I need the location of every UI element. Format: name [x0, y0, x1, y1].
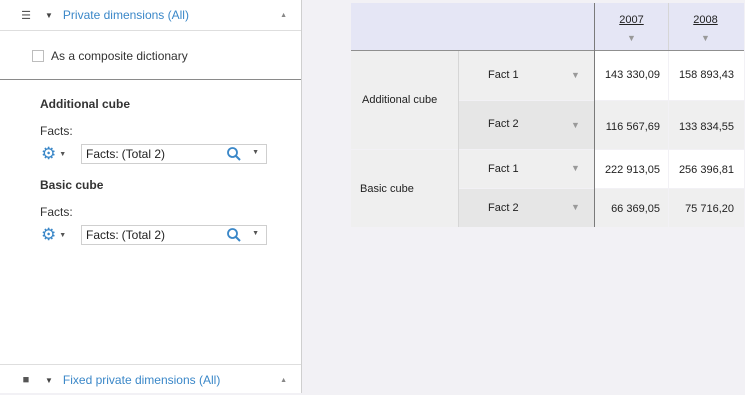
- additional-cube-settings-button[interactable]: ⚙ ▼: [41, 145, 69, 163]
- composite-dictionary-option[interactable]: As a composite dictionary: [32, 49, 188, 63]
- chevron-down-icon[interactable]: ▼: [252, 230, 259, 237]
- divider: [0, 79, 301, 80]
- collapse-up-icon[interactable]: ▲: [280, 377, 287, 384]
- grid-line: [668, 3, 669, 50]
- filter-icon[interactable]: ▼: [571, 202, 580, 212]
- composite-dictionary-label: As a composite dictionary: [51, 49, 188, 63]
- gear-icon: ⚙: [41, 225, 57, 244]
- table-cell[interactable]: 116 567,69: [595, 101, 668, 149]
- fact-label: Fact 1: [488, 69, 519, 81]
- combo-value: (Total 2): [121, 228, 166, 242]
- fact-row-header: Fact 1 ▼: [459, 51, 594, 100]
- table-cell[interactable]: 133 834,55: [669, 101, 744, 149]
- caret-down-icon[interactable]: ▼: [45, 11, 53, 20]
- filter-icon[interactable]: ▼: [571, 120, 580, 130]
- gear-icon: ⚙: [41, 144, 57, 163]
- additional-cube-facts-combo[interactable]: Facts: (Total 2) ▼: [81, 144, 267, 164]
- table-header: 2007 ▼ 2008 ▼: [351, 3, 744, 51]
- row-header-basic-cube: Basic cube: [351, 150, 458, 227]
- fixed-private-dimensions-title[interactable]: Fixed private dimensions (All): [63, 373, 220, 387]
- fixed-private-dimensions-header[interactable]: ■ ▼ Fixed private dimensions (All) ▲: [0, 364, 301, 395]
- combo-prefix: Facts:: [86, 228, 119, 242]
- fact-row-header: Fact 2 ▼: [459, 189, 594, 227]
- combo-value: (Total 2): [121, 147, 166, 161]
- filter-icon[interactable]: ▼: [571, 163, 580, 173]
- collapse-up-icon[interactable]: ▲: [280, 12, 287, 19]
- fact-label: Fact 2: [488, 202, 519, 214]
- table-cell[interactable]: 222 913,05: [595, 150, 668, 188]
- row-header-label: Basic cube: [360, 182, 414, 195]
- caret-down-icon: ▼: [59, 150, 67, 158]
- search-icon[interactable]: [226, 146, 242, 162]
- caret-down-icon[interactable]: ▼: [45, 376, 53, 385]
- filter-icon[interactable]: ▼: [669, 33, 742, 43]
- data-table: 2007 ▼ 2008 ▼ Additional cube Basic cube…: [351, 3, 744, 227]
- basic-cube-facts-label: Facts:: [40, 205, 73, 219]
- combo-prefix: Facts:: [86, 147, 119, 161]
- square-icon[interactable]: ■: [21, 374, 31, 386]
- basic-cube-settings-button[interactable]: ⚙ ▼: [41, 226, 69, 244]
- chevron-down-icon[interactable]: ▼: [252, 149, 259, 156]
- grid-line: [594, 3, 595, 227]
- dimensions-panel: ☰ ▼ Private dimensions (All) ▲ As a comp…: [0, 0, 302, 393]
- table-cell[interactable]: 75 716,20: [669, 189, 744, 227]
- fact-label: Fact 1: [488, 163, 519, 175]
- fact-row-header: Fact 1 ▼: [459, 150, 594, 188]
- additional-cube-title: Additional cube: [40, 97, 130, 111]
- row-header-label: Additional cube: [362, 94, 438, 106]
- basic-cube-facts-combo[interactable]: Facts: (Total 2) ▼: [81, 225, 267, 245]
- composite-dictionary-checkbox[interactable]: [32, 50, 44, 62]
- hamburger-icon[interactable]: ☰: [21, 9, 31, 22]
- column-header-2008[interactable]: 2008: [669, 14, 742, 26]
- fact-row-header: Fact 2 ▼: [459, 101, 594, 149]
- filter-icon[interactable]: ▼: [571, 70, 580, 80]
- basic-cube-title: Basic cube: [40, 178, 104, 192]
- caret-down-icon: ▼: [59, 231, 67, 239]
- table-cell[interactable]: 66 369,05: [595, 189, 668, 227]
- filter-icon[interactable]: ▼: [595, 33, 668, 43]
- additional-cube-facts-label: Facts:: [40, 124, 73, 138]
- table-cell[interactable]: 143 330,09: [595, 51, 668, 100]
- fact-label: Fact 2: [488, 118, 519, 130]
- private-dimensions-header[interactable]: ☰ ▼ Private dimensions (All) ▲: [0, 0, 301, 31]
- row-header-additional-cube: Additional cube: [351, 51, 458, 149]
- table-cell[interactable]: 158 893,43: [669, 51, 744, 100]
- grid-line: [458, 51, 459, 227]
- column-header-2007[interactable]: 2007: [595, 14, 668, 26]
- search-icon[interactable]: [226, 227, 242, 243]
- table-cell[interactable]: 256 396,81: [669, 150, 744, 188]
- private-dimensions-title[interactable]: Private dimensions (All): [63, 8, 189, 22]
